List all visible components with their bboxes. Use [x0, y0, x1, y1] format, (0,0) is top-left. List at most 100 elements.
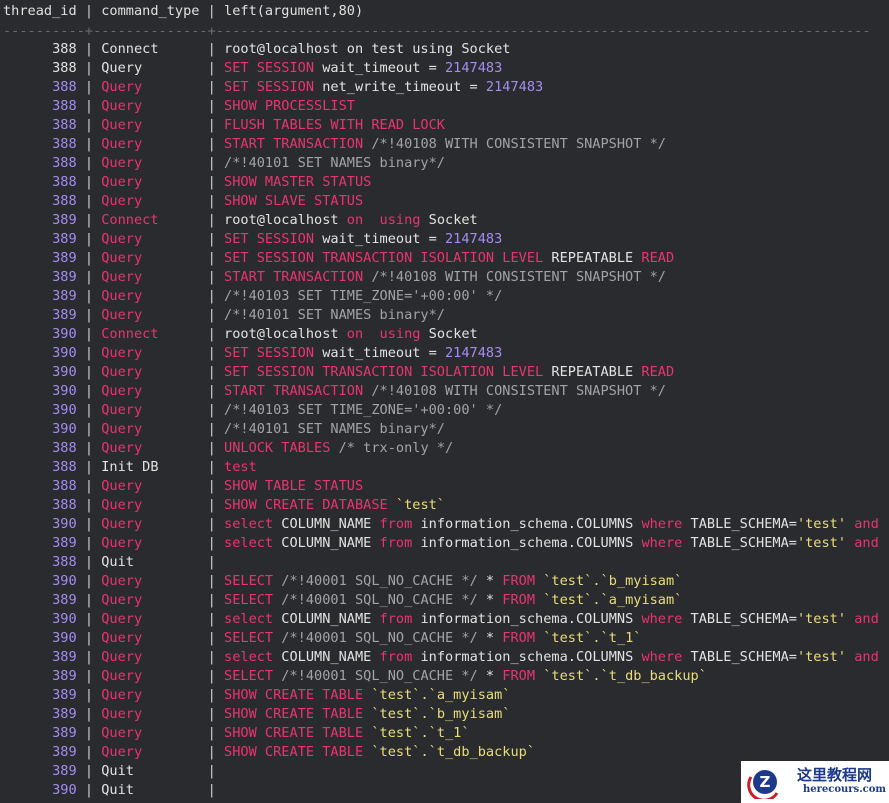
- table-row: 389 | Query | SET SESSION TRANSACTION IS…: [3, 249, 674, 268]
- sql-string: 'test': [796, 648, 847, 665]
- thread-id: 388: [52, 173, 77, 190]
- sql-string: `test`.`t_1`: [363, 724, 470, 741]
- sql-comment: /*!40001 SQL_NO_CACHE */: [273, 572, 486, 589]
- sql-keyword: START TRANSACTION: [224, 382, 364, 399]
- id-padding: [3, 459, 52, 475]
- watermark-title: 这里教程网: [797, 766, 873, 784]
- column-divider: |: [76, 3, 102, 19]
- table-row: 388 | Query | /*!40101 SET NAMES binary*…: [3, 154, 445, 173]
- thread-id: 389: [52, 306, 77, 323]
- cmd-padding: [134, 782, 199, 798]
- sql-number: 2147483: [485, 78, 544, 95]
- sql-keyword: from: [379, 610, 413, 627]
- sql-string: 'test': [796, 534, 847, 551]
- column-divider: |: [199, 591, 225, 608]
- sql-keyword: using: [379, 211, 421, 228]
- id-padding: [3, 41, 52, 57]
- id-padding: [3, 212, 52, 228]
- sql-keyword: SHOW CREATE DATABASE: [224, 496, 388, 513]
- column-divider: |: [199, 458, 225, 475]
- thread-id: 390: [52, 382, 77, 399]
- cmd-padding: [142, 174, 199, 190]
- header-thread-id: thread_id: [3, 3, 77, 19]
- column-divider: |: [199, 667, 225, 684]
- sql-comment: /*!40101 SET NAMES binary*/: [224, 306, 445, 323]
- column-divider: |: [199, 724, 225, 741]
- argument: SET SESSION wait_timeout = 2147483: [224, 345, 502, 361]
- sql-number: 2147483: [445, 230, 503, 247]
- column-divider: |: [199, 363, 225, 380]
- thread-id: 388: [52, 40, 77, 57]
- argument: select COLUMN_NAME from information_sche…: [224, 535, 879, 551]
- column-divider: |: [76, 116, 102, 133]
- command-type: Query: [101, 477, 143, 494]
- thread-id: 390: [52, 325, 77, 342]
- argument: /*!40101 SET NAMES binary*/: [224, 421, 445, 437]
- table-row: 388 | Query | SET SESSION wait_timeout =…: [3, 59, 502, 78]
- thread-id: 389: [52, 743, 77, 760]
- id-padding: [3, 98, 52, 114]
- id-padding: [3, 516, 52, 532]
- argument: /*!40103 SET TIME_ZONE='+00:00' */: [224, 288, 502, 304]
- column-divider: |: [76, 344, 102, 361]
- argument: root@localhost on using Socket: [224, 212, 478, 228]
- argument: START TRANSACTION /*!40108 WITH CONSISTE…: [224, 136, 666, 152]
- command-type: Query: [101, 496, 143, 513]
- column-divider: |: [76, 287, 102, 304]
- sql-keyword: FLUSH TABLES WITH READ LOCK: [224, 116, 445, 133]
- sql-text: Socket: [420, 211, 478, 228]
- command-type: Query: [101, 743, 143, 760]
- table-row: 389 | Query | select COLUMN_NAME from in…: [3, 534, 879, 553]
- table-row: 389 | Connect | root@localhost on using …: [3, 211, 478, 230]
- command-type: Query: [101, 59, 143, 76]
- sql-keyword: SHOW PROCESSLIST: [224, 97, 355, 114]
- sql-keyword: SET SESSION: [224, 344, 315, 361]
- sql-keyword: SHOW SLAVE STATUS: [224, 192, 364, 209]
- table-row: 389 | Query | SHOW CREATE TABLE `test`.`…: [3, 724, 470, 743]
- id-padding: [3, 79, 52, 95]
- cmd-padding: [134, 554, 199, 570]
- argument: SHOW CREATE TABLE `test`.`t_1`: [224, 725, 470, 741]
- thread-id: 390: [52, 610, 77, 627]
- column-divider: |: [76, 572, 102, 589]
- watermark: Z 这里教程网 herecours.com: [741, 761, 889, 803]
- column-divider: |: [199, 477, 225, 494]
- command-type: Query: [101, 154, 143, 171]
- sql-text: wait_timeout =: [314, 59, 445, 76]
- column-divider: |: [76, 553, 102, 570]
- sql-text: COLUMN_NAME: [273, 648, 380, 665]
- id-padding: [3, 231, 52, 247]
- argument: SET SESSION wait_timeout = 2147483: [224, 60, 502, 76]
- sql-keyword: FROM: [502, 572, 536, 589]
- argument: root@localhost on using Socket: [224, 326, 478, 342]
- sql-keyword: SET SESSION TRANSACTION ISOLATION LEVEL: [224, 249, 544, 266]
- table-row: 388 | Query | SHOW TABLE STATUS: [3, 477, 363, 496]
- thread-id: 389: [52, 724, 77, 741]
- thread-id: 389: [52, 534, 77, 551]
- argument: SELECT /*!40001 SQL_NO_CACHE */ * FROM `…: [224, 630, 641, 646]
- cmd-padding: [142, 288, 199, 304]
- column-divider: |: [199, 572, 225, 589]
- argument: SHOW SLAVE STATUS: [224, 193, 363, 209]
- argument: SHOW CREATE TABLE `test`.`b_myisam`: [224, 706, 510, 722]
- cmd-padding: [142, 421, 199, 437]
- sql-keyword: where: [641, 648, 683, 665]
- sql-keyword: and: [854, 515, 879, 532]
- sql-text: root@localhost: [224, 325, 347, 342]
- command-type: Query: [101, 306, 143, 323]
- thread-id: 390: [52, 401, 77, 418]
- sql-keyword: SHOW CREATE TABLE: [224, 705, 364, 722]
- command-type: Query: [101, 667, 143, 684]
- id-padding: [3, 250, 52, 266]
- id-padding: [3, 421, 52, 437]
- thread-id: 390: [52, 629, 77, 646]
- sql-keyword: READ: [641, 363, 675, 380]
- thread-id: 390: [52, 363, 77, 380]
- sql-comment: /*!40103 SET TIME_ZONE='+00:00' */: [224, 287, 503, 304]
- table-row: 390 | Query | SET SESSION TRANSACTION IS…: [3, 363, 674, 382]
- table-row: 389 | Query | /*!40103 SET TIME_ZONE='+0…: [3, 287, 502, 306]
- sql-text: Socket: [420, 325, 478, 342]
- column-divider: |: [199, 344, 225, 361]
- table-row: 389 | Query | SHOW CREATE TABLE `test`.`…: [3, 743, 535, 762]
- site-logo-icon: Z: [747, 770, 779, 799]
